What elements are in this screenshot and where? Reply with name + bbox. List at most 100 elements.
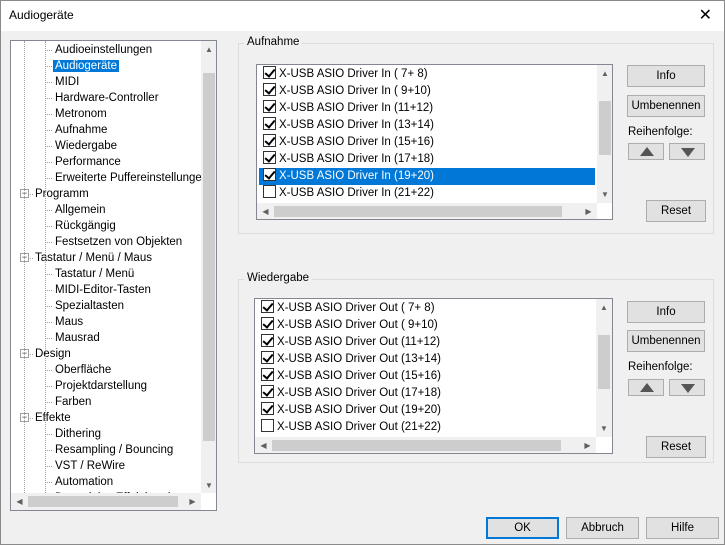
recording-device-row[interactable]: X-USB ASIO Driver In (19+20) (259, 168, 595, 185)
tree-item-17[interactable]: Maus (53, 314, 85, 330)
tree-item-6[interactable]: Wiedergabe (53, 138, 119, 154)
ok-button[interactable]: OK (486, 517, 559, 539)
tree-vertical-scrollbar[interactable]: ▲ ▼ (201, 41, 216, 494)
tree-item-0[interactable]: Audioeinstellungen (53, 42, 154, 58)
playback-info-button[interactable]: Info (627, 301, 705, 323)
device-label: X-USB ASIO Driver In (11+12) (279, 102, 434, 114)
device-checkbox[interactable] (263, 83, 276, 96)
device-checkbox[interactable] (263, 117, 276, 130)
tree-item-15[interactable]: MIDI-Editor-Tasten (53, 282, 153, 298)
tree-item-24[interactable]: Dithering (53, 426, 103, 442)
device-checkbox[interactable] (263, 134, 276, 147)
device-checkbox[interactable] (261, 334, 274, 347)
device-checkbox[interactable] (261, 368, 274, 381)
tree-item-11[interactable]: Rückgängig (53, 218, 118, 234)
tree-item-label: Automation (55, 476, 114, 488)
tree-item-14[interactable]: Tastatur / Menü (53, 266, 136, 282)
recording-rename-button[interactable]: Umbenennen (627, 95, 705, 117)
playback-device-row[interactable]: X-USB ASIO Driver Out (11+12) (257, 334, 594, 351)
playback-move-up-button[interactable] (628, 379, 664, 396)
tree-item-1[interactable]: Audiogeräte (53, 58, 120, 74)
tree-group-23[interactable]: Effekte (33, 410, 73, 426)
scroll-down-arrow-icon[interactable]: ▼ (597, 186, 612, 203)
tree-item-8[interactable]: Erweiterte Puffereinstellungen (53, 170, 201, 186)
scroll-thumb[interactable] (598, 335, 610, 389)
tree-group-19[interactable]: Design (33, 346, 73, 362)
playback-device-row[interactable]: X-USB ASIO Driver Out (15+16) (257, 368, 594, 385)
playback-device-row[interactable]: X-USB ASIO Driver Out (19+20) (257, 402, 594, 419)
recording-list-vertical-scrollbar[interactable]: ▲ ▼ (597, 65, 612, 203)
scroll-thumb[interactable] (599, 101, 611, 155)
device-checkbox[interactable] (261, 385, 274, 398)
playback-device-row[interactable]: X-USB ASIO Driver Out ( 7+ 8) (257, 300, 594, 317)
tree-item-4[interactable]: Metronom (53, 106, 109, 122)
playback-device-row[interactable]: X-USB ASIO Driver Out (17+18) (257, 385, 594, 402)
tree-item-20[interactable]: Oberfläche (53, 362, 113, 378)
recording-device-row[interactable]: X-USB ASIO Driver In (17+18) (259, 151, 595, 168)
recording-device-row[interactable]: X-USB ASIO Driver In ( 7+ 8) (259, 66, 595, 83)
recording-device-row[interactable]: X-USB ASIO Driver In (21+22) (259, 185, 595, 202)
recording-device-row[interactable]: X-USB ASIO Driver In (11+12) (259, 100, 595, 117)
scroll-right-arrow-icon[interactable]: ▶ (184, 493, 201, 510)
scroll-up-arrow-icon[interactable]: ▲ (201, 41, 216, 58)
scroll-thumb[interactable] (203, 73, 215, 441)
tree-item-2[interactable]: MIDI (53, 74, 81, 90)
help-button[interactable]: Hilfe (646, 517, 719, 539)
device-checkbox[interactable] (263, 185, 276, 198)
scroll-left-arrow-icon[interactable]: ◀ (11, 493, 28, 510)
device-checkbox[interactable] (261, 351, 274, 364)
playback-list-horizontal-scrollbar[interactable]: ◀ ▶ (255, 437, 596, 453)
playback-rename-button[interactable]: Umbenennen (627, 330, 705, 352)
scroll-up-arrow-icon[interactable]: ▲ (596, 299, 612, 316)
scroll-thumb[interactable] (272, 440, 561, 451)
tree-group-13[interactable]: Tastatur / Menü / Maus (33, 250, 154, 266)
scroll-thumb[interactable] (28, 496, 178, 507)
device-checkbox[interactable] (261, 317, 274, 330)
playback-move-down-button[interactable] (669, 379, 705, 396)
scroll-thumb[interactable] (274, 206, 562, 217)
device-checkbox[interactable] (261, 419, 274, 432)
recording-device-row[interactable]: X-USB ASIO Driver In (15+16) (259, 134, 595, 151)
tree-item-5[interactable]: Aufnahme (53, 122, 109, 138)
recording-device-row[interactable]: X-USB ASIO Driver In ( 9+10) (259, 83, 595, 100)
tree-item-16[interactable]: Spezialtasten (53, 298, 126, 314)
scroll-down-arrow-icon[interactable]: ▼ (201, 477, 216, 494)
scroll-left-arrow-icon[interactable]: ◀ (257, 203, 274, 219)
playback-list-vertical-scrollbar[interactable]: ▲ ▼ (596, 299, 612, 437)
tree-item-21[interactable]: Projektdarstellung (53, 378, 149, 394)
scroll-left-arrow-icon[interactable]: ◀ (255, 437, 272, 453)
scroll-right-arrow-icon[interactable]: ▶ (579, 437, 596, 453)
device-checkbox[interactable] (263, 66, 276, 79)
recording-list-horizontal-scrollbar[interactable]: ◀ ▶ (257, 203, 597, 219)
close-icon[interactable]: ✕ (699, 5, 712, 25)
tree-item-22[interactable]: Farben (53, 394, 93, 410)
recording-move-up-button[interactable] (628, 143, 664, 160)
device-checkbox[interactable] (263, 100, 276, 113)
cancel-button[interactable]: Abbruch (566, 517, 639, 539)
tree-item-7[interactable]: Performance (53, 154, 123, 170)
tree-item-12[interactable]: Festsetzen von Objekten (53, 234, 184, 250)
tree-item-10[interactable]: Allgemein (53, 202, 108, 218)
tree-item-26[interactable]: VST / ReWire (53, 458, 127, 474)
scroll-down-arrow-icon[interactable]: ▼ (596, 420, 612, 437)
device-checkbox[interactable] (263, 151, 276, 164)
recording-move-down-button[interactable] (669, 143, 705, 160)
recording-info-button[interactable]: Info (627, 65, 705, 87)
playback-reset-button[interactable]: Reset (646, 436, 706, 458)
playback-device-row[interactable]: X-USB ASIO Driver Out (21+22) (257, 419, 594, 436)
recording-reset-button[interactable]: Reset (646, 200, 706, 222)
device-checkbox[interactable] (263, 168, 276, 181)
playback-device-row[interactable]: X-USB ASIO Driver Out (13+14) (257, 351, 594, 368)
scroll-up-arrow-icon[interactable]: ▲ (597, 65, 612, 82)
device-checkbox[interactable] (261, 402, 274, 415)
tree-horizontal-scrollbar[interactable]: ◀ ▶ (11, 493, 201, 510)
recording-device-row[interactable]: X-USB ASIO Driver In (13+14) (259, 117, 595, 134)
tree-item-18[interactable]: Mausrad (53, 330, 102, 346)
tree-group-9[interactable]: Programm (33, 186, 91, 202)
tree-item-25[interactable]: Resampling / Bouncing (53, 442, 175, 458)
playback-device-row[interactable]: X-USB ASIO Driver Out ( 9+10) (257, 317, 594, 334)
tree-item-3[interactable]: Hardware-Controller (53, 90, 161, 106)
tree-item-27[interactable]: Automation (53, 474, 115, 490)
scroll-right-arrow-icon[interactable]: ▶ (580, 203, 597, 219)
device-checkbox[interactable] (261, 300, 274, 313)
